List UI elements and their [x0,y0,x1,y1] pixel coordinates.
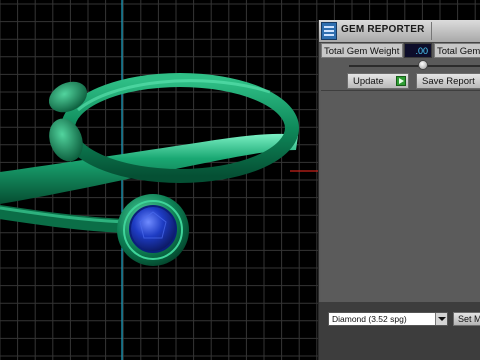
chevron-down-icon[interactable] [435,313,447,325]
ring-lower-wire [0,205,132,233]
gem-type-bar: Diamond (3.52 spg) Set M [319,302,480,360]
gem-reporter-panel: GEM REPORTER Total Gem Weight .00 Total … [318,20,480,360]
total-gem-weight-value[interactable]: .00 [404,43,432,58]
panel-title-bar[interactable]: GEM REPORTER [319,20,480,43]
gem-type-selected: Diamond (3.52 spg) [332,314,407,324]
save-report-button[interactable]: Save Report [416,73,480,89]
slider-thumb[interactable] [417,60,428,70]
update-button-label: Update [353,76,384,87]
slider-track [349,65,480,67]
action-buttons-row: Update Save Report [319,73,480,89]
gem-type-dropdown[interactable]: Diamond (3.52 spg) [328,312,448,326]
report-slider[interactable] [319,59,480,73]
title-divider [431,22,432,40]
play-icon [396,76,406,86]
panel-title: GEM REPORTER [341,24,425,35]
total-gem-count-label: Total Gem [434,43,480,58]
set-material-button[interactable]: Set M [453,312,480,326]
save-report-label: Save Report [422,76,475,87]
set-material-label: Set M [458,314,480,324]
ring-model[interactable] [0,73,299,266]
report-output-area[interactable] [321,90,480,302]
total-gem-weight-label: Total Gem Weight [321,43,403,58]
gem-reporter-app-icon [321,22,337,40]
weight-row: Total Gem Weight .00 Total Gem [321,43,480,58]
update-button[interactable]: Update [347,73,409,89]
